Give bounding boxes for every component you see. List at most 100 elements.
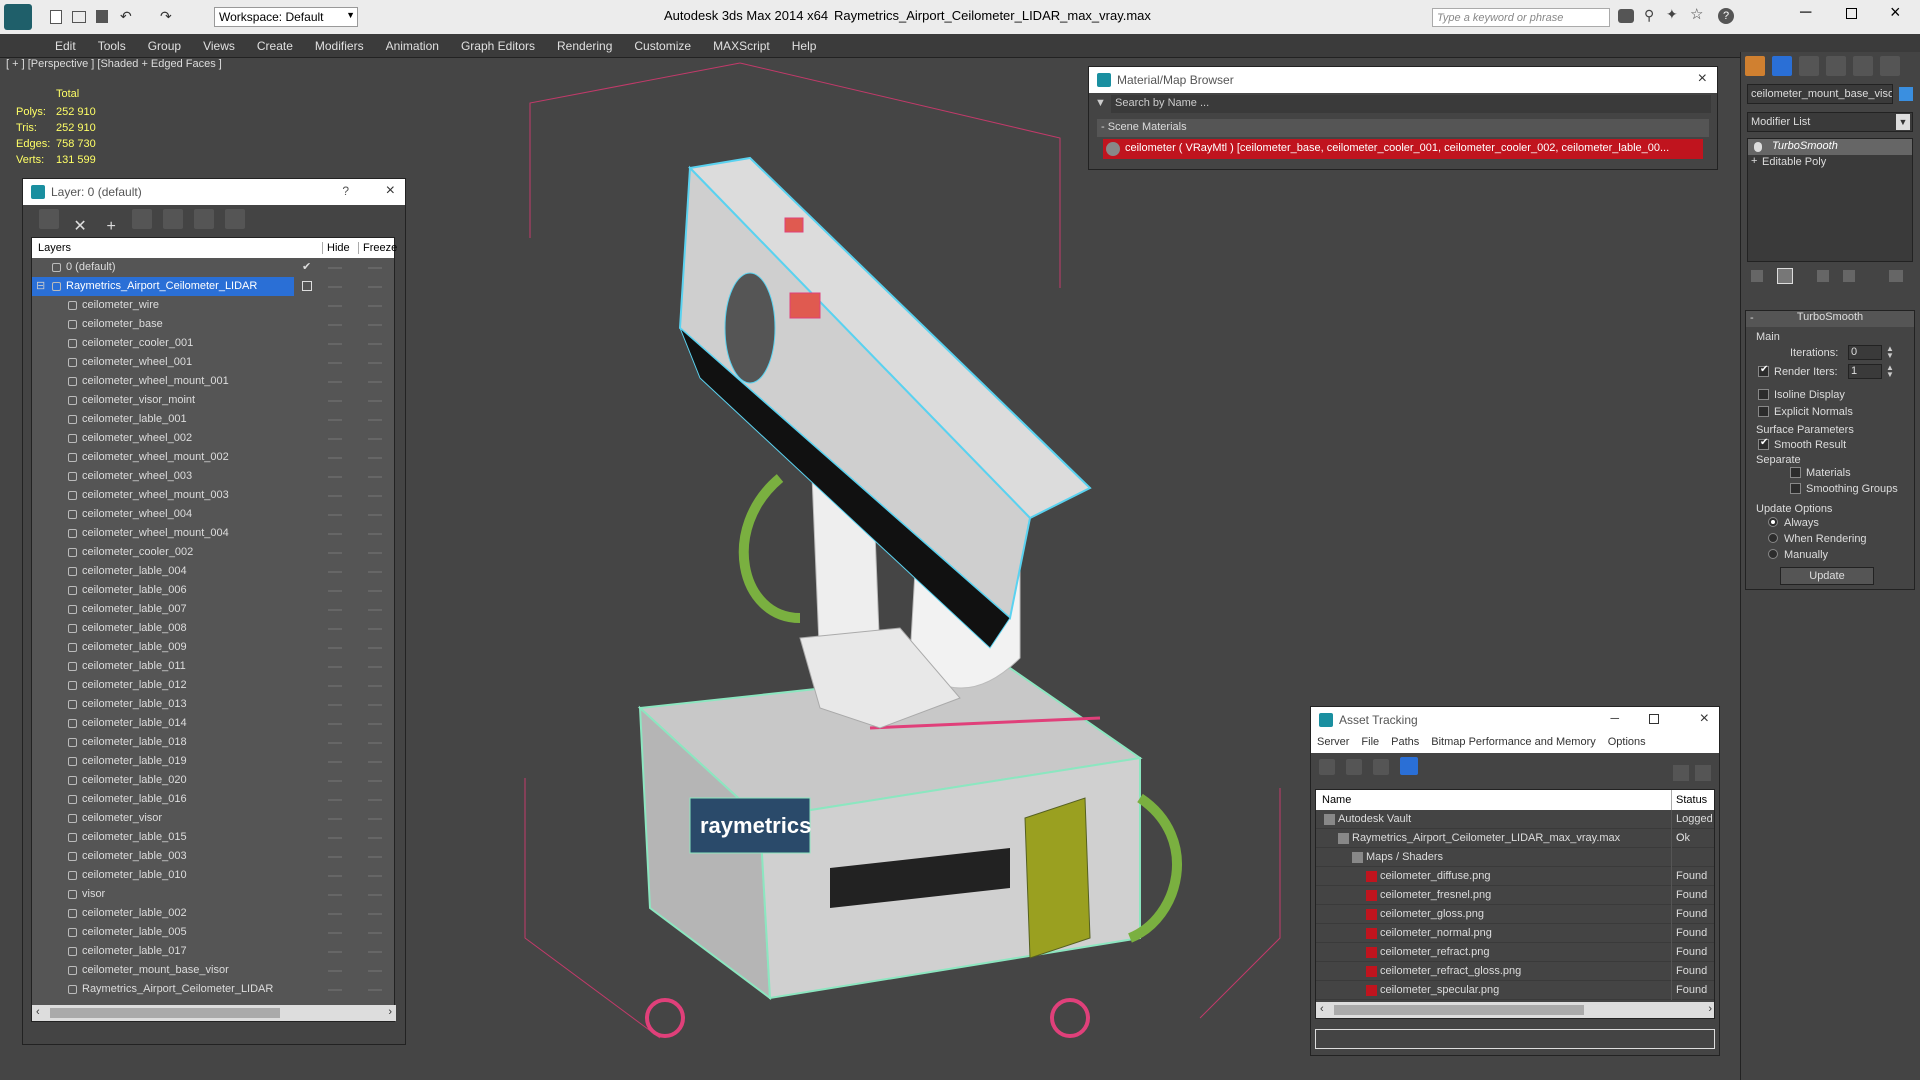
table-view-icon[interactable] (1400, 757, 1419, 775)
create-layer-icon[interactable] (39, 209, 59, 229)
menu-create[interactable]: Create (246, 34, 304, 53)
iterations-spinner[interactable]: 0 (1848, 345, 1882, 360)
asset-row[interactable]: ceilometer_gloss.png Found (1316, 905, 1714, 924)
explicit-normals-checkbox[interactable] (1758, 406, 1769, 417)
menu-modifiers[interactable]: Modifiers (304, 34, 375, 53)
material-entry[interactable]: ceilometer ( VRayMtl ) [ceilometer_base,… (1103, 139, 1703, 159)
hide-toggle[interactable] (328, 419, 342, 421)
asset-menu-file[interactable]: File (1361, 736, 1379, 748)
highlight-layer-icon[interactable] (163, 209, 184, 229)
menu-help[interactable]: Help (781, 34, 828, 53)
hide-toggle[interactable] (328, 495, 342, 497)
configure-sets-icon[interactable] (1889, 270, 1903, 282)
stack-item-turbosmooth[interactable]: TurboSmooth (1748, 139, 1912, 155)
make-unique-icon[interactable] (1817, 270, 1829, 282)
freeze-toggle[interactable] (368, 343, 382, 345)
hide-toggle[interactable] (328, 305, 342, 307)
scroll-right-icon[interactable]: › (1708, 1003, 1712, 1015)
freeze-toggle[interactable] (368, 514, 382, 516)
layer-object-row[interactable]: ceilometer_wheel_mount_004 (32, 524, 394, 543)
close-icon[interactable]: × (1890, 2, 1901, 23)
hide-toggle[interactable] (328, 951, 342, 953)
asset-menu-server[interactable]: Server (1317, 736, 1349, 748)
layer-row-default[interactable]: 0 (default) ✔ (32, 258, 394, 277)
hide-toggle[interactable] (328, 913, 342, 915)
asset-tracking-title[interactable]: Asset Tracking ─ × (1311, 707, 1719, 733)
scroll-left-icon[interactable]: ‹ (1320, 1003, 1324, 1015)
hide-toggle[interactable] (328, 685, 342, 687)
list-view-icon[interactable] (1346, 759, 1363, 775)
layer-object-row[interactable]: ceilometer_base (32, 315, 394, 334)
refresh-icon[interactable] (1319, 759, 1335, 775)
thumbnail-view-icon[interactable] (1373, 759, 1390, 775)
remove-modifier-icon[interactable] (1843, 270, 1855, 282)
search-icon[interactable]: ⚲ (1644, 7, 1654, 24)
spinner-arrows-icon[interactable]: ▲ ▼ (1886, 345, 1894, 360)
freeze-toggle[interactable] (368, 989, 382, 991)
layer-object-row[interactable]: Raymetrics_Airport_Ceilometer_LIDAR (32, 980, 394, 999)
maximize-icon[interactable] (1649, 714, 1659, 724)
hide-toggle[interactable] (328, 381, 342, 383)
hide-toggle[interactable] (328, 780, 342, 782)
layer-object-row[interactable]: ceilometer_wheel_002 (32, 429, 394, 448)
hide-toggle[interactable] (328, 856, 342, 858)
asset-row[interactable]: ceilometer_refract.png Found (1316, 943, 1714, 962)
hide-toggle[interactable] (328, 476, 342, 478)
scroll-right-icon[interactable]: › (388, 1006, 392, 1018)
layer-object-row[interactable]: ceilometer_cooler_002 (32, 543, 394, 562)
active-check-icon[interactable]: ✔ (302, 258, 311, 277)
layer-object-row[interactable]: ceilometer_mount_base_visor (32, 961, 394, 980)
name-column-header[interactable]: Name (1322, 794, 1351, 806)
hide-toggle[interactable] (328, 400, 342, 402)
freeze-toggle[interactable] (368, 628, 382, 630)
hide-toggle[interactable] (328, 723, 342, 725)
minimize-icon[interactable]: ─ (1610, 711, 1619, 725)
app-logo[interactable] (4, 4, 32, 30)
pin-stack-icon[interactable] (1751, 270, 1763, 282)
layer-object-row[interactable]: ceilometer_lable_010 (32, 866, 394, 885)
menu-maxscript[interactable]: MAXScript (702, 34, 781, 53)
freeze-toggle[interactable] (368, 286, 382, 288)
freeze-toggle[interactable] (368, 400, 382, 402)
freeze-toggle[interactable] (368, 495, 382, 497)
close-icon[interactable]: × (1700, 710, 1709, 728)
asset-menu-paths[interactable]: Paths (1391, 736, 1419, 748)
always-radio[interactable] (1768, 517, 1778, 527)
modifier-list-dropdown[interactable]: Modifier List ▼ (1747, 112, 1913, 132)
hide-toggle[interactable] (328, 286, 342, 288)
layer-object-row[interactable]: ceilometer_wheel_mount_002 (32, 448, 394, 467)
freeze-toggle[interactable] (368, 590, 382, 592)
spinner-arrows-icon[interactable]: ▲ ▼ (1886, 364, 1894, 379)
asset-row[interactable]: Maps / Shaders (1316, 848, 1714, 867)
layer-object-row[interactable]: ceilometer_lable_020 (32, 771, 394, 790)
freeze-toggle[interactable] (368, 533, 382, 535)
rollout-header[interactable]: - TurboSmooth (1746, 311, 1914, 327)
layer-object-row[interactable]: ceilometer_lable_007 (32, 600, 394, 619)
hide-toggle[interactable] (328, 438, 342, 440)
freeze-toggle[interactable] (368, 647, 382, 649)
help-icon[interactable]: ? (1718, 8, 1734, 24)
freeze-toggle[interactable] (368, 818, 382, 820)
freeze-toggle[interactable] (368, 324, 382, 326)
layer-object-row[interactable]: ceilometer_lable_011 (32, 657, 394, 676)
asset-row[interactable]: ceilometer_normal.png Found (1316, 924, 1714, 943)
hide-toggle[interactable] (328, 875, 342, 877)
layer-object-row[interactable]: visor (32, 885, 394, 904)
freeze-toggle[interactable] (368, 837, 382, 839)
menu-customize[interactable]: Customize (623, 34, 702, 53)
add-to-layer-icon[interactable]: + (101, 218, 121, 238)
binoculars-icon[interactable] (1618, 9, 1634, 23)
hide-toggle[interactable] (328, 571, 342, 573)
open-file-icon[interactable] (72, 11, 86, 23)
layer-object-row[interactable]: ceilometer_wheel_mount_001 (32, 372, 394, 391)
new-file-icon[interactable] (50, 10, 62, 24)
layer-object-row[interactable]: ceilometer_wheel_mount_003 (32, 486, 394, 505)
hide-toggle[interactable] (328, 267, 342, 269)
freeze-toggle[interactable] (368, 362, 382, 364)
material-search-input[interactable]: Search by Name ... (1111, 95, 1711, 113)
hide-toggle[interactable] (328, 704, 342, 706)
material-browser-title[interactable]: Material/Map Browser × (1089, 67, 1717, 93)
hide-toggle[interactable] (328, 362, 342, 364)
layer-object-row[interactable]: ceilometer_lable_016 (32, 790, 394, 809)
layer-object-row[interactable]: ceilometer_lable_004 (32, 562, 394, 581)
